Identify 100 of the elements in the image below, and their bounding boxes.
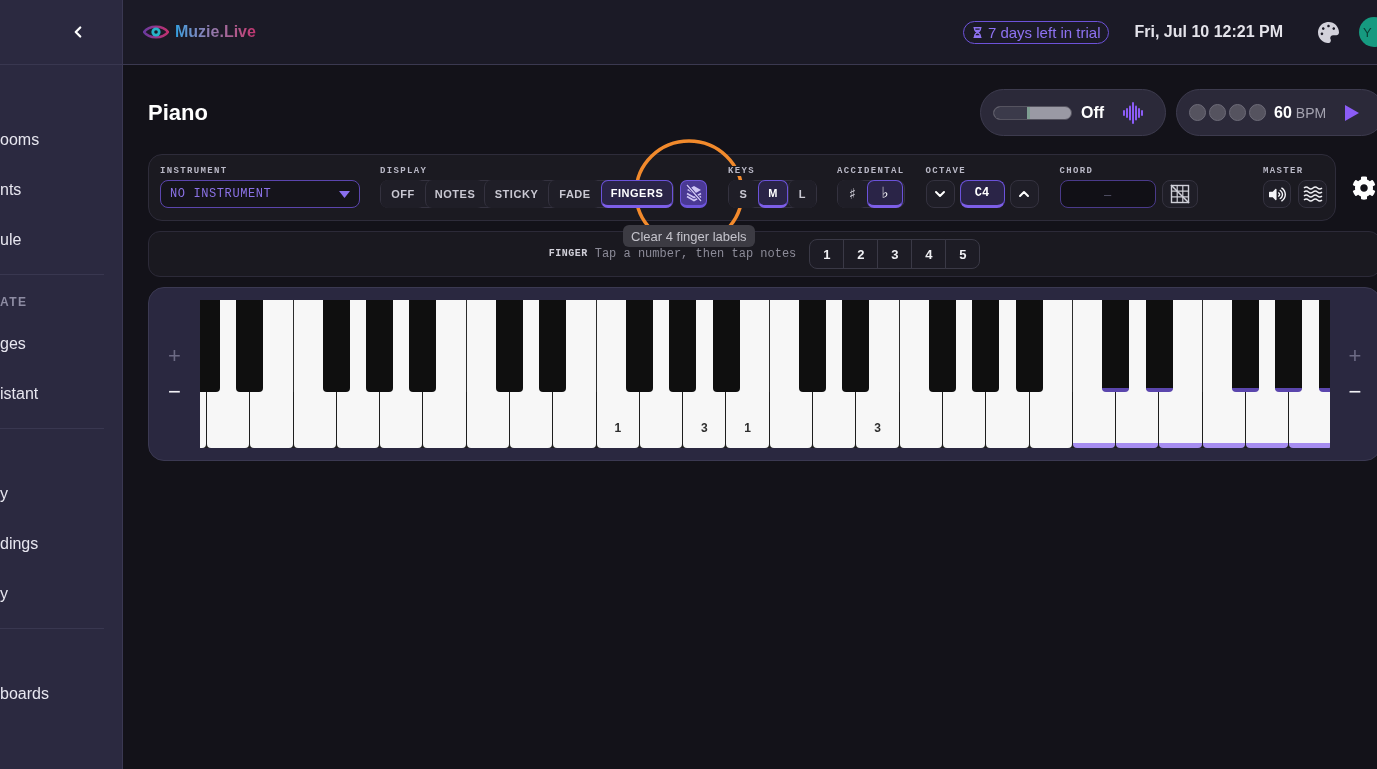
eye-logo-icon — [143, 24, 169, 40]
natural-key[interactable] — [639, 392, 683, 448]
sharp-key[interactable] — [539, 300, 567, 392]
waves-icon — [1302, 186, 1323, 202]
octave-value-button[interactable]: C4 — [959, 180, 1005, 208]
finger-number-button[interactable]: 5 — [945, 239, 981, 269]
clear-finger-labels-button[interactable] — [680, 180, 707, 208]
zoom-out-button[interactable]: − — [164, 381, 185, 403]
sharp-key[interactable] — [409, 300, 437, 392]
sidebar-item[interactable]: ges — [0, 336, 26, 352]
natural-key[interactable] — [206, 392, 250, 448]
finger-number-button[interactable]: 1 — [809, 239, 845, 269]
sharp-key[interactable] — [236, 300, 264, 392]
natural-key[interactable]: 3 — [683, 392, 726, 448]
natural-key[interactable] — [380, 392, 423, 448]
sidebar-section-heading: ATE — [0, 296, 28, 308]
accidental-label: ACCIDENTAL — [837, 166, 905, 176]
sharp-key[interactable] — [712, 300, 740, 392]
chord-field[interactable]: – — [1059, 180, 1156, 208]
octave-label: OCTAVE — [925, 166, 967, 176]
segment-option[interactable]: FINGERS — [601, 180, 673, 208]
master-effects-button[interactable] — [1298, 180, 1327, 208]
natural-key[interactable] — [1289, 392, 1331, 448]
sharp-key[interactable] — [366, 300, 394, 392]
audio-input-button[interactable] — [1121, 100, 1145, 125]
natural-key[interactable] — [1029, 392, 1072, 448]
master-label: MASTER — [1263, 166, 1304, 176]
keys-label: KEYS — [728, 166, 755, 176]
finger-hint: Tap a number, then tap notes — [594, 248, 797, 260]
key-finger-number: 3 — [874, 422, 881, 434]
zoom-out-button[interactable]: − — [1345, 381, 1366, 403]
sharp-key[interactable] — [1275, 300, 1303, 392]
sidebar-item[interactable]: ooms — [0, 132, 40, 148]
speaker-icon — [1268, 185, 1286, 203]
finger-number-button[interactable]: 2 — [843, 239, 879, 269]
natural-key[interactable] — [1202, 392, 1246, 448]
natural-key[interactable] — [942, 392, 986, 448]
date-time: Fri, Jul 10 12:21 PM — [1134, 24, 1283, 40]
display-label: DISPLAY — [380, 166, 428, 176]
key-finger-number: 3 — [701, 422, 708, 434]
instrument-select[interactable]: NO INSTRUMENT — [160, 180, 360, 208]
natural-key[interactable] — [1116, 392, 1159, 448]
play-icon — [1345, 104, 1359, 121]
sharp-key[interactable] — [799, 300, 827, 392]
settings-button[interactable] — [1351, 174, 1377, 201]
natural-key[interactable]: 1 — [596, 392, 639, 448]
sharp-key[interactable] — [1145, 300, 1173, 392]
octave-down-button[interactable] — [925, 180, 955, 208]
finger-label: FINGER — [548, 249, 588, 259]
grid-off-icon — [1169, 184, 1190, 204]
natural-key[interactable] — [336, 392, 380, 448]
logo-text[interactable]: Muzie.Live — [175, 24, 256, 40]
natural-key[interactable] — [813, 392, 856, 448]
sidebar-item[interactable]: y — [0, 486, 8, 502]
sharp-key[interactable] — [1015, 300, 1043, 392]
play-button[interactable] — [1344, 103, 1360, 122]
octave-up-button[interactable] — [1009, 180, 1039, 208]
sidebar-item[interactable]: y — [0, 586, 8, 602]
sharp-key[interactable] — [322, 300, 350, 392]
theme-palette-button[interactable] — [1316, 20, 1340, 44]
natural-key[interactable]: 3 — [856, 392, 899, 448]
sharp-key[interactable] — [972, 300, 1000, 392]
layers-off-icon — [684, 184, 703, 202]
monitor-status: Off — [1081, 104, 1105, 121]
key-finger-number: 1 — [614, 422, 622, 434]
palette-icon — [1317, 21, 1339, 43]
tempo-value: 60 — [1274, 104, 1292, 121]
sharp-key[interactable] — [1232, 300, 1260, 392]
page-title: Piano — [148, 101, 208, 124]
segment-option[interactable]: L — [788, 180, 816, 208]
finger-number-button[interactable]: 3 — [877, 239, 913, 269]
sharp-key[interactable] — [669, 300, 697, 392]
master-volume-button[interactable] — [1263, 180, 1291, 208]
sharp-key[interactable] — [1102, 300, 1130, 392]
sharp-key[interactable] — [625, 300, 653, 392]
key-finger-number: 1 — [744, 422, 751, 434]
natural-key[interactable] — [510, 392, 553, 448]
segment-option[interactable]: ♭ — [867, 180, 903, 208]
chord-label: CHORD — [1059, 166, 1094, 176]
natural-key[interactable] — [1072, 392, 1116, 448]
segment-option[interactable]: M — [758, 180, 788, 208]
sidebar-item[interactable]: istant — [0, 386, 39, 402]
monitor-slider-track[interactable] — [993, 105, 1072, 120]
natural-key[interactable]: 1 — [726, 392, 769, 448]
sidebar-item[interactable]: nts — [0, 182, 22, 198]
trial-badge-text: 7 days left in trial — [987, 24, 1101, 40]
sharp-key[interactable] — [842, 300, 870, 392]
tooltip: Clear 4 finger labels — [623, 225, 755, 247]
sidebar-item[interactable]: ule — [0, 232, 22, 248]
natural-key[interactable] — [899, 392, 942, 448]
natural-key[interactable] — [293, 392, 336, 448]
chord-grid-button[interactable] — [1161, 180, 1198, 208]
waveform-icon — [1122, 101, 1144, 124]
tempo-unit: BPM — [1295, 105, 1327, 120]
natural-key[interactable] — [466, 392, 509, 448]
sidebar-item[interactable]: boards — [0, 686, 49, 702]
natural-key[interactable] — [1246, 392, 1289, 448]
finger-number-button[interactable]: 4 — [911, 239, 947, 269]
sidebar-item[interactable]: dings — [0, 536, 39, 552]
natural-key[interactable] — [769, 392, 813, 448]
